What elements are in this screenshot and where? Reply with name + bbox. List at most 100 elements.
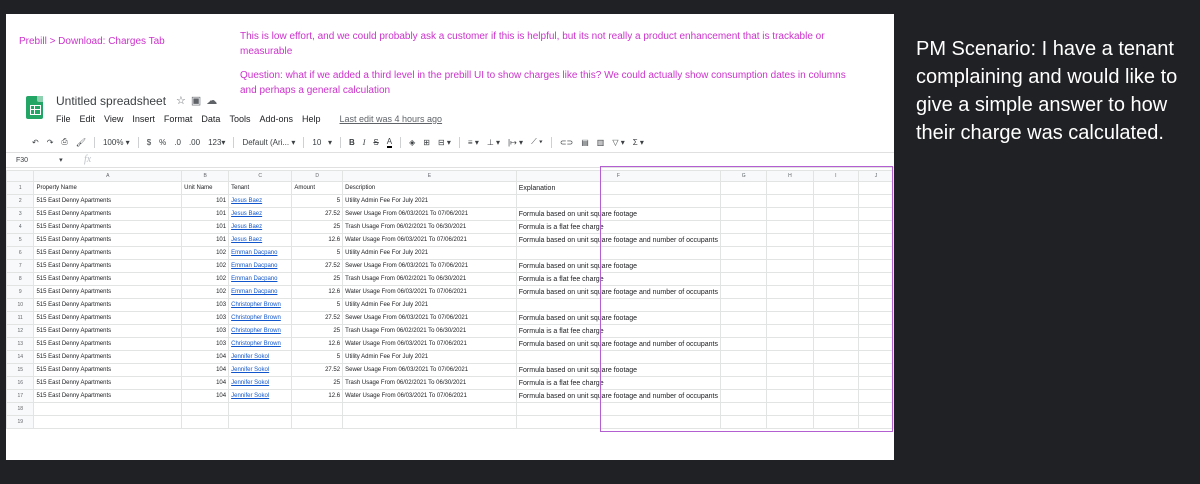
grid-cell[interactable] [720,207,768,221]
cell-tenant[interactable]: Emman Dacpano [228,285,293,299]
row-number[interactable]: 11 [6,311,35,325]
menu-view[interactable]: View [104,114,123,124]
grid-cell[interactable] [720,415,768,429]
grid-cell[interactable] [766,389,814,403]
cell-explanation[interactable] [515,246,722,260]
filter-icon[interactable]: ▽ ▾ [612,138,624,147]
cell-explanation[interactable]: Formula based on unit square footage and… [515,285,722,299]
grid-cell[interactable] [342,415,517,429]
column-header[interactable]: A [33,170,183,182]
grid-cell[interactable] [720,337,768,351]
cell-description[interactable]: Trash Usage From 06/02/2021 To 06/30/202… [342,324,517,338]
cell-explanation[interactable]: Formula based on unit square footage and… [515,389,722,403]
print-icon[interactable]: ⎙ [61,137,67,147]
grid-cell[interactable] [858,220,894,234]
column-header[interactable]: I [812,170,860,182]
cell-amount[interactable]: 27.52 [291,363,344,377]
cell-unit[interactable]: 102 [181,259,230,273]
cell-description[interactable]: Water Usage From 06/03/2021 To 07/06/202… [342,337,517,351]
grid-cell[interactable] [858,207,894,221]
cell-description[interactable]: Water Usage From 06/03/2021 To 07/06/202… [342,285,517,299]
grid-cell[interactable] [766,194,814,208]
row-number[interactable]: 4 [6,220,35,234]
cell-property[interactable]: 515 East Denny Apartments [33,324,183,338]
cell-explanation[interactable] [515,298,722,312]
fill-color-icon[interactable]: ◈ [409,138,415,147]
grid-cell[interactable] [766,363,814,377]
grid-cell[interactable] [858,181,894,195]
grid-cell[interactable] [858,415,894,429]
menu-file[interactable]: File [56,114,71,124]
column-header[interactable]: H [766,170,814,182]
grid-cell[interactable] [858,376,894,390]
grid-cell[interactable] [720,272,768,286]
cell-unit[interactable]: 103 [181,311,230,325]
cell-unit[interactable]: 101 [181,220,230,234]
grid-cell[interactable] [812,181,860,195]
wrap-icon[interactable]: |↦ ▾ [508,138,523,147]
cell-amount[interactable]: 5 [291,194,344,208]
grid-cell[interactable] [515,415,722,429]
cell-explanation[interactable]: Formula is a flat fee charge [515,376,722,390]
cell-amount[interactable]: 5 [291,350,344,364]
grid-cell[interactable] [766,285,814,299]
cell-unit[interactable]: 102 [181,272,230,286]
grid-cell[interactable] [720,324,768,338]
cell-amount[interactable]: 12.6 [291,233,344,247]
bold-button[interactable]: B [349,138,355,147]
text-color-button[interactable]: A [386,137,393,148]
star-icon[interactable]: ☆ [176,95,191,107]
chart-icon[interactable]: ▥ [597,138,605,147]
cell-description[interactable]: Sewer Usage From 06/03/2021 To 07/06/202… [342,363,517,377]
cell-explanation[interactable] [515,350,722,364]
cell-property[interactable]: 515 East Denny Apartments [33,207,183,221]
grid-cell[interactable] [766,246,814,260]
cell-tenant[interactable]: Jennifer Sokol [228,376,293,390]
grid-cell[interactable] [858,259,894,273]
grid-cell[interactable] [720,402,768,416]
cell-description[interactable]: Water Usage From 06/03/2021 To 07/06/202… [342,389,517,403]
grid-cell[interactable] [766,376,814,390]
grid-cell[interactable] [766,311,814,325]
cell-explanation[interactable]: Formula based on unit square footage and… [515,233,722,247]
cell-description[interactable]: Sewer Usage From 06/03/2021 To 07/06/202… [342,207,517,221]
grid-cell[interactable] [720,259,768,273]
cell-unit[interactable]: 102 [181,285,230,299]
cell-amount[interactable]: 12.6 [291,285,344,299]
row-number[interactable]: 16 [6,376,35,390]
more-formats-button[interactable]: 123▾ [208,138,225,147]
grid-cell[interactable] [720,363,768,377]
cell-unit[interactable]: 104 [181,350,230,364]
grid-cell[interactable] [812,272,860,286]
row-number[interactable]: 18 [6,402,35,416]
cell-explanation[interactable]: Formula is a flat fee charge [515,324,722,338]
cell-tenant[interactable]: Jennifer Sokol [228,363,293,377]
grid-cell[interactable] [291,415,344,429]
row-number[interactable]: 1 [6,181,35,195]
grid-cell[interactable] [813,337,860,351]
cell-description[interactable]: Utility Admin Fee For July 2021 [342,246,517,260]
cell-description[interactable]: Water Usage From 06/03/2021 To 07/06/202… [342,233,517,247]
sheets-logo-icon[interactable] [26,96,43,119]
grid-cell[interactable] [812,194,860,208]
cell-tenant[interactable]: Jesus Baez [228,220,293,234]
cell-description[interactable]: Sewer Usage From 06/03/2021 To 07/06/202… [342,259,517,273]
grid-cell[interactable] [813,233,860,247]
row-number[interactable]: 19 [6,415,35,429]
cell-unit[interactable]: 103 [181,298,230,312]
grid-cell[interactable] [812,402,860,416]
grid-cell[interactable] [858,298,894,312]
cell-property[interactable]: 515 East Denny Apartments [33,389,183,403]
header-cell-explanation[interactable]: Explanation [515,181,722,195]
grid-cell[interactable] [720,220,768,234]
valign-icon[interactable]: ⊥ ▾ [487,138,500,147]
grid-cell[interactable] [766,324,814,338]
row-number[interactable]: 3 [6,207,35,221]
row-number[interactable]: 15 [6,363,35,377]
header-cell-description[interactable]: Description [342,181,517,195]
functions-icon[interactable]: Σ ▾ [633,138,644,147]
grid-cell[interactable] [812,220,860,234]
menu-help[interactable]: Help [302,114,321,124]
header-cell-tenant[interactable]: Tenant [228,181,293,195]
grid-cell[interactable] [812,259,860,273]
